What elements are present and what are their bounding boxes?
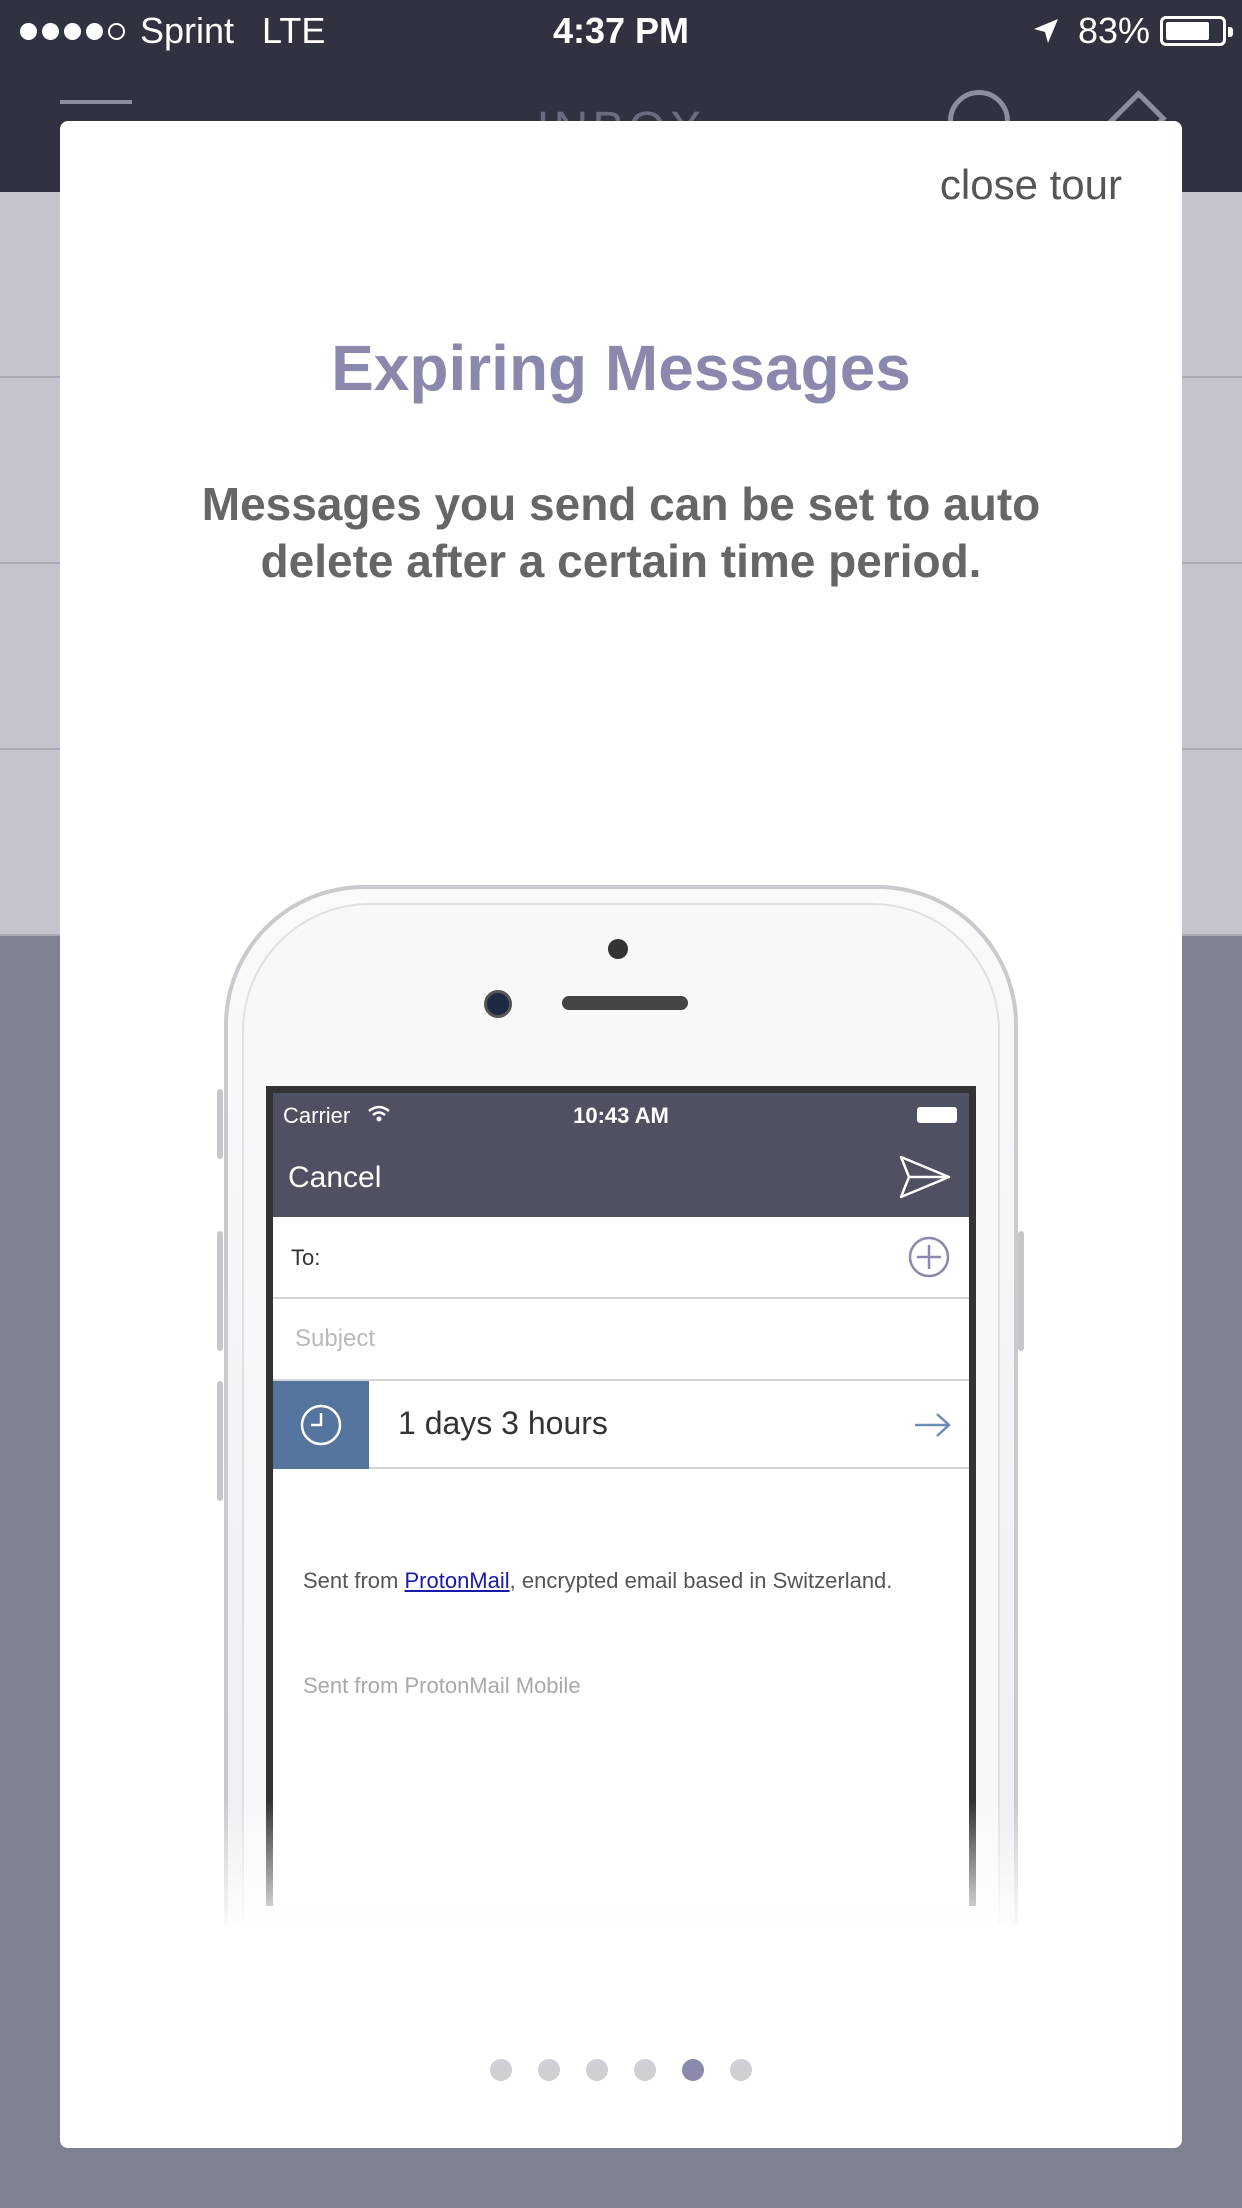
page-dot[interactable] <box>730 2059 752 2081</box>
tour-modal: close tour Expiring Messages Messages yo… <box>60 121 1182 2148</box>
page-dot[interactable] <box>490 2059 512 2081</box>
tour-title: Expiring Messages <box>331 332 911 404</box>
phone-side-button <box>217 1089 223 1159</box>
mobile-signature: Sent from ProtonMail Mobile <box>303 1673 581 1698</box>
page-dot[interactable] <box>586 2059 608 2081</box>
clock-button <box>273 1381 369 1469</box>
screen-nav-bar: Cancel <box>273 1137 969 1217</box>
page-dot[interactable] <box>634 2059 656 2081</box>
page-dot[interactable] <box>682 2059 704 2081</box>
screen-status-bar: Carrier 10:43 AM <box>273 1093 969 1137</box>
expiration-value: 1 days 3 hours <box>398 1405 608 1441</box>
tour-description: Messages you send can be set to auto del… <box>201 478 1041 587</box>
phone-front-camera <box>484 990 512 1018</box>
phone-side-button <box>1018 1231 1024 1351</box>
protonmail-link: ProtonMail <box>404 1568 510 1593</box>
phone-screen: Carrier 10:43 AM Cancel To: Subject 1 da… <box>266 1086 976 1906</box>
phone-side-button <box>217 1381 223 1501</box>
phone-speaker <box>562 996 688 1010</box>
close-tour-button[interactable]: close tour <box>940 161 1122 209</box>
cancel-button: Cancel <box>288 1161 382 1194</box>
add-contact-icon <box>908 1236 950 1278</box>
clock-icon <box>300 1404 342 1446</box>
body-prefix: Sent from <box>303 1568 405 1593</box>
phone-fade <box>210 1801 1040 1941</box>
phone-camera-dot <box>608 939 628 959</box>
message-body: Sent from ProtonMail, encrypted email ba… <box>303 1563 923 1599</box>
status-right: 83% <box>1032 10 1233 52</box>
subject-placeholder: Subject <box>295 1325 376 1352</box>
body-suffix: , encrypted email based in Switzerland. <box>509 1568 893 1593</box>
screen-time: 10:43 AM <box>573 1103 669 1128</box>
page-indicator <box>60 2059 1182 2081</box>
subject-row: Subject <box>273 1299 969 1381</box>
send-icon <box>899 1155 951 1199</box>
arrow-right-icon <box>915 1413 951 1437</box>
screen-battery-icon <box>917 1107 957 1123</box>
to-label: To: <box>291 1245 321 1270</box>
expiration-row: 1 days 3 hours <box>273 1381 969 1469</box>
phone-side-button <box>217 1231 223 1351</box>
status-bar: Sprint LTE 4:37 PM 83% <box>0 0 1242 62</box>
location-arrow-icon <box>1033 19 1058 43</box>
battery-icon <box>1160 16 1233 46</box>
battery-percentage: 83% <box>1077 10 1150 51</box>
page-dot[interactable] <box>538 2059 560 2081</box>
to-row: To: <box>273 1217 969 1299</box>
